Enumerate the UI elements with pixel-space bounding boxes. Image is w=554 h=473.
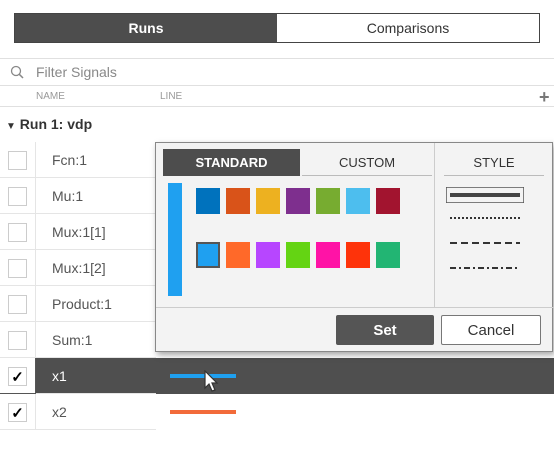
signal-name: Fcn:1 bbox=[36, 142, 156, 178]
add-column-icon[interactable]: + bbox=[539, 87, 550, 108]
popup-divider bbox=[434, 143, 435, 307]
signal-checkbox[interactable] bbox=[8, 151, 27, 170]
signal-checkbox[interactable] bbox=[8, 295, 27, 314]
set-button[interactable]: Set bbox=[336, 315, 434, 345]
color-swatch[interactable] bbox=[256, 188, 280, 214]
checkbox-cell bbox=[0, 142, 36, 178]
color-swatch[interactable] bbox=[316, 188, 340, 214]
signal-name: Mux:1[2] bbox=[36, 250, 156, 286]
tab-runs[interactable]: Runs bbox=[15, 14, 277, 42]
signal-name: Sum:1 bbox=[36, 322, 156, 358]
tab-comparisons[interactable]: Comparisons bbox=[277, 14, 539, 42]
color-preview-bar bbox=[168, 183, 182, 296]
header-divider bbox=[0, 106, 554, 107]
color-swatch[interactable] bbox=[256, 242, 280, 268]
line-style-dash-dot[interactable] bbox=[446, 263, 524, 273]
signal-checkbox[interactable] bbox=[8, 331, 27, 350]
signal-checkbox[interactable] bbox=[8, 259, 27, 278]
color-swatch[interactable] bbox=[346, 188, 370, 214]
checkbox-cell bbox=[0, 286, 36, 322]
run-label: Run 1: vdp bbox=[19, 116, 93, 132]
checkbox-cell bbox=[0, 322, 36, 358]
run-group-header[interactable]: ▼ Run 1: vdp bbox=[6, 116, 92, 132]
signal-checkbox[interactable] bbox=[8, 187, 27, 206]
checkbox-cell bbox=[0, 178, 36, 214]
line-color-swatch[interactable] bbox=[170, 374, 236, 378]
line-color-swatch[interactable] bbox=[170, 410, 236, 414]
color-swatch[interactable] bbox=[376, 188, 400, 214]
column-header-line: LINE bbox=[160, 91, 183, 102]
color-swatch[interactable] bbox=[226, 242, 250, 268]
checkbox-cell bbox=[0, 250, 36, 286]
color-swatch[interactable] bbox=[316, 242, 340, 268]
color-swatch[interactable] bbox=[286, 242, 310, 268]
signal-checkbox[interactable] bbox=[8, 223, 27, 242]
color-swatch[interactable] bbox=[286, 188, 310, 214]
mouse-pointer-icon bbox=[204, 370, 219, 392]
color-swatch[interactable] bbox=[226, 188, 250, 214]
color-swatch[interactable] bbox=[196, 242, 220, 268]
signal-checkbox[interactable]: ✓ bbox=[8, 367, 27, 386]
filter-bar: Filter Signals bbox=[0, 58, 554, 86]
search-icon bbox=[10, 65, 24, 79]
checkbox-cell: ✓ bbox=[0, 358, 36, 394]
signal-name: Product:1 bbox=[36, 286, 156, 322]
signal-row[interactable]: ✓ x2 bbox=[0, 394, 554, 430]
line-style-dashed[interactable] bbox=[446, 238, 524, 248]
runs-comparisons-toggle: Runs Comparisons bbox=[14, 13, 540, 43]
tab-standard[interactable]: STANDARD bbox=[163, 149, 300, 176]
signal-name: Mu:1 bbox=[36, 178, 156, 214]
signal-checkbox[interactable]: ✓ bbox=[8, 403, 27, 422]
signal-name: x1 bbox=[36, 358, 156, 394]
cancel-button[interactable]: Cancel bbox=[441, 315, 541, 345]
checkbox-cell bbox=[0, 214, 36, 250]
color-swatch[interactable] bbox=[376, 242, 400, 268]
line-style-solid[interactable] bbox=[446, 187, 524, 203]
filter-signals-input[interactable]: Filter Signals bbox=[36, 64, 117, 80]
chevron-down-icon: ▼ bbox=[6, 121, 16, 132]
checkbox-cell: ✓ bbox=[0, 394, 36, 430]
signal-name: Mux:1[1] bbox=[36, 214, 156, 250]
popup-footer-divider bbox=[156, 307, 554, 308]
line-style-popup: STANDARD CUSTOM STYLE Set Cancel bbox=[155, 142, 554, 352]
tab-style[interactable]: STYLE bbox=[444, 149, 544, 176]
signal-row[interactable]: ✓ x1 bbox=[0, 358, 554, 394]
tab-custom[interactable]: CUSTOM bbox=[302, 149, 432, 176]
color-swatch[interactable] bbox=[346, 242, 370, 268]
line-style-dotted[interactable] bbox=[446, 213, 524, 223]
color-swatch[interactable] bbox=[196, 188, 220, 214]
signal-name: x2 bbox=[36, 394, 156, 430]
line-cell[interactable] bbox=[156, 394, 554, 430]
column-header-name: NAME bbox=[36, 91, 65, 102]
